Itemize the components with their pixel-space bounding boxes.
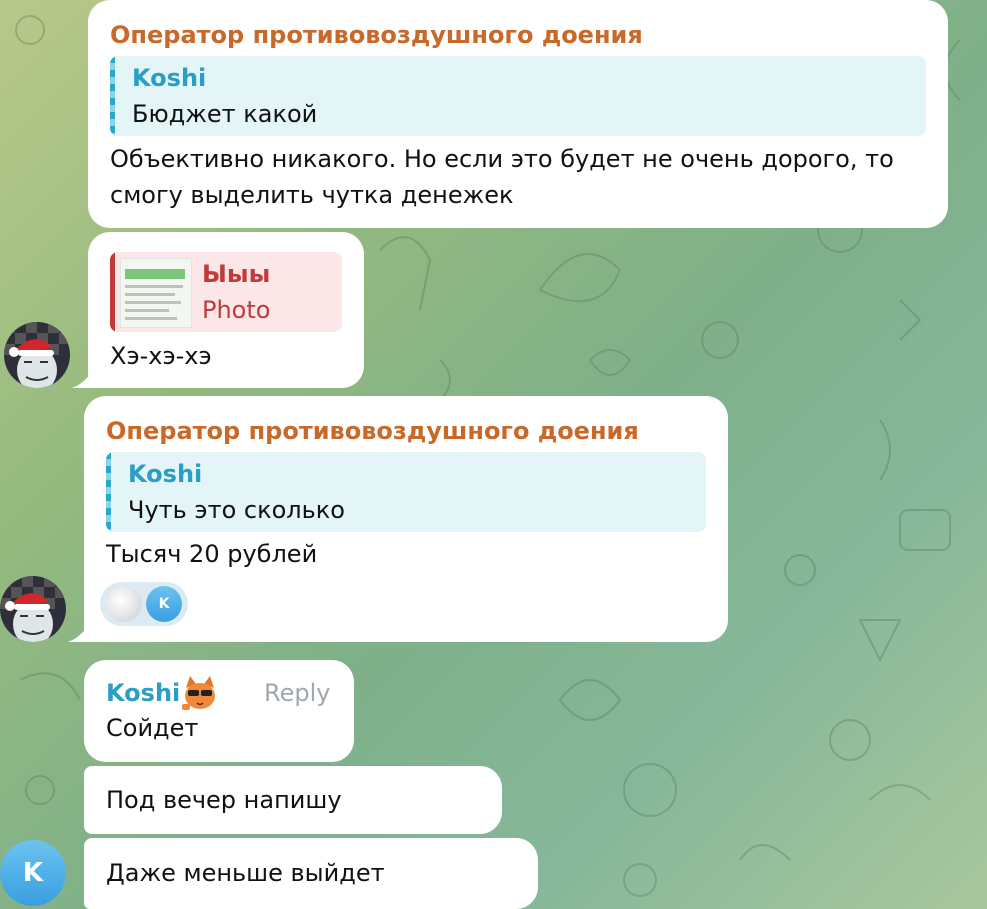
sender-name[interactable]: Оператор противовоздушного доения xyxy=(106,416,639,446)
bubble-tail xyxy=(72,364,96,388)
sender-name[interactable]: Оператор противовоздушного доения xyxy=(110,20,643,50)
message-bubble-1[interactable]: Оператор противовоздушного доения Koshi … xyxy=(88,0,948,228)
message-text: Сойдет xyxy=(106,714,199,742)
message-bubble-4[interactable]: Koshi Reply Сойдет xyxy=(84,660,354,762)
user-avatar[interactable] xyxy=(4,322,70,388)
sender-name[interactable]: Koshi xyxy=(106,678,180,708)
photo-thumbnail xyxy=(120,258,192,328)
quote-accent-bar xyxy=(106,452,111,532)
message-text-line: Объективно никакого. Но если это будет н… xyxy=(110,145,894,173)
message-bubble-5[interactable]: Под вечер напишу xyxy=(84,766,502,834)
quote-text: Чуть это сколько xyxy=(128,496,345,524)
reply-quote[interactable]: Koshi Бюджет какой xyxy=(110,56,926,136)
message-text: Тысяч 20 рублей xyxy=(106,540,318,568)
quote-accent-bar xyxy=(110,56,115,136)
quote-accent-bar xyxy=(110,252,115,332)
message-bubble-6[interactable]: Даже меньше выйдет xyxy=(84,838,538,909)
message-text: Под вечер напишу xyxy=(106,786,342,814)
reply-quote-photo[interactable]: Ыыы Photo xyxy=(110,252,342,332)
quote-author: Koshi xyxy=(128,460,203,488)
reaction-cloud-avatar xyxy=(106,586,142,622)
message-text-line: смогу выделить чутка денежек xyxy=(110,181,514,209)
quote-text: Бюджет какой xyxy=(132,100,318,128)
reply-quote[interactable]: Koshi Чуть это сколько xyxy=(106,452,706,532)
reaction-k-avatar: K xyxy=(146,586,182,622)
message-bubble-3[interactable]: Оператор противовоздушного доения Koshi … xyxy=(84,396,728,642)
message-bubble-2[interactable]: Ыыы Photo Хэ-хэ-хэ xyxy=(88,232,364,388)
reply-button[interactable]: Reply xyxy=(264,678,330,708)
message-text: Даже меньше выйдет xyxy=(106,859,385,887)
cat-emoji-status-icon xyxy=(182,676,215,710)
quote-author: Ыыы xyxy=(202,260,271,288)
quote-text: Photo xyxy=(202,296,271,324)
bubble-tail xyxy=(68,618,92,642)
quote-author: Koshi xyxy=(132,64,207,92)
koshi-avatar[interactable]: K xyxy=(0,840,66,906)
reactions-bar[interactable]: K xyxy=(100,582,188,626)
message-text: Хэ-хэ-хэ xyxy=(110,342,212,370)
user-avatar[interactable] xyxy=(0,576,66,642)
